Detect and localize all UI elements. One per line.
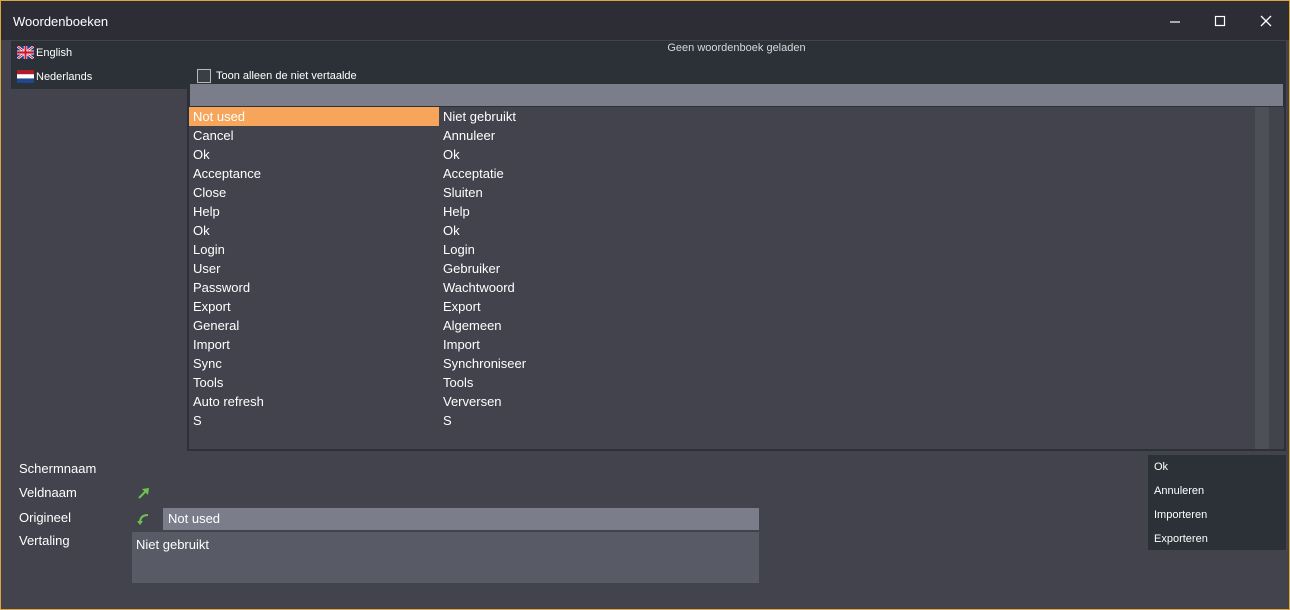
dictionary-window: Woordenboeken English Nederlands Geen wo… <box>0 0 1290 610</box>
table-row[interactable]: Help Help <box>189 202 1255 221</box>
language-item-english[interactable]: English <box>17 43 185 63</box>
translation-grid: Not used Niet gebruikt Cancel Annuleer Ok Ok A… <box>189 107 1284 449</box>
undo-arrow-icon[interactable] <box>136 512 150 526</box>
translation-cell: Verversen <box>443 394 502 409</box>
translation-cell: Ok <box>443 223 460 238</box>
close-button[interactable] <box>1254 9 1278 33</box>
translation-cell: S <box>443 413 452 428</box>
table-row[interactable]: Tools Tools <box>189 373 1255 392</box>
field-name-label: Veldnaam <box>19 485 77 500</box>
table-row[interactable]: Password Wachtwoord <box>189 278 1255 297</box>
original-cell: Export <box>193 299 231 314</box>
panel-header: Geen woordenboek geladen <box>667 42 806 54</box>
original-cell: Ok <box>193 223 210 238</box>
ok-button[interactable]: Ok <box>1154 461 1168 473</box>
table-row[interactable]: Cancel Annuleer <box>189 126 1255 145</box>
original-cell: User <box>193 261 221 276</box>
original-cell: Sync <box>193 356 222 371</box>
translation-cell: Wachtwoord <box>443 280 515 295</box>
translation-label: Vertaling <box>19 533 70 548</box>
original-cell: Auto refresh <box>193 394 264 409</box>
language-label: English <box>36 47 73 59</box>
translation-cell: Tools <box>443 375 474 390</box>
close-icon <box>1260 15 1272 27</box>
original-cell: Login <box>193 242 225 257</box>
minimize-button[interactable] <box>1163 9 1187 33</box>
import-button[interactable]: Importeren <box>1154 509 1207 521</box>
original-field: Not used <box>163 508 759 530</box>
action-menu: Ok Annuleren Importeren Exporteren <box>1148 455 1286 550</box>
original-cell: Import <box>193 337 230 352</box>
language-label: Nederlands <box>36 71 93 83</box>
translation-cell: Ok <box>443 147 460 162</box>
translation-field[interactable]: Niet gebruikt <box>132 532 759 583</box>
arrow-up-right-icon[interactable] <box>137 486 151 500</box>
title-bar[interactable]: Woordenboeken <box>1 1 1289 40</box>
filter-input[interactable] <box>190 84 1283 106</box>
table-row[interactable]: General Algemeen <box>189 316 1255 335</box>
translation-cell: Niet gebruikt <box>443 109 516 124</box>
translation-cell: Sluiten <box>443 185 483 200</box>
original-cell: Acceptance <box>193 166 261 181</box>
table-row[interactable]: Close Sluiten <box>189 183 1255 202</box>
language-list: English Nederlands <box>11 41 187 89</box>
table-row[interactable]: Sync Synchroniseer <box>189 354 1255 373</box>
translation-cell: Export <box>443 299 481 314</box>
cancel-button[interactable]: Annuleren <box>1154 485 1204 497</box>
original-cell: Not used <box>189 107 439 126</box>
table-row[interactable]: Ok Ok <box>189 145 1255 164</box>
table-row[interactable]: User Gebruiker <box>189 259 1255 278</box>
netherlands-flag-icon <box>17 70 34 83</box>
original-cell: General <box>193 318 240 333</box>
table-row[interactable]: Export Export <box>189 297 1255 316</box>
translation-cell: Import <box>443 337 480 352</box>
original-cell: Close <box>193 185 227 200</box>
translation-cell: Synchroniseer <box>443 356 527 371</box>
translation-cell: Login <box>443 242 475 257</box>
language-item-nederlands[interactable]: Nederlands <box>17 67 185 87</box>
table-row[interactable]: Auto refresh Verversen <box>189 392 1255 411</box>
table-row[interactable]: Acceptance Acceptatie <box>189 164 1255 183</box>
table-row[interactable]: SS <box>189 411 1255 430</box>
translation-cell: Gebruiker <box>443 261 501 276</box>
uk-flag-icon <box>17 46 34 59</box>
export-button[interactable]: Exporteren <box>1154 533 1208 545</box>
table-row[interactable]: Login Login <box>189 240 1255 259</box>
original-label: Origineel <box>19 510 72 525</box>
original-cell: Cancel <box>193 128 234 143</box>
translation-cell: Acceptatie <box>443 166 504 181</box>
original-cell: Help <box>193 204 220 219</box>
checkbox-label: Toon alleen de niet vertaalde <box>216 70 357 82</box>
translation-cell: Algemeen <box>443 318 502 333</box>
dictionary-panel: Geen woordenboek geladen Toon alleen de … <box>187 41 1286 451</box>
table-row[interactable]: Not used Niet gebruikt <box>189 107 1255 126</box>
minimize-icon <box>1170 21 1180 23</box>
translation-cell: Help <box>443 204 470 219</box>
original-cell: Password <box>193 280 251 295</box>
maximize-button[interactable] <box>1208 9 1232 33</box>
checkbox-box[interactable] <box>197 69 211 83</box>
grid-scrollbar[interactable] <box>1255 107 1269 449</box>
maximize-icon <box>1214 15 1226 27</box>
original-cell: Tools <box>193 375 224 390</box>
translation-cell: Annuleer <box>443 128 496 143</box>
table-row[interactable]: Ok Ok <box>189 221 1255 240</box>
window-title: Woordenboeken <box>13 14 109 29</box>
original-cell: Ok <box>193 147 210 162</box>
table-row[interactable]: Import Import <box>189 335 1255 354</box>
screen-name-label: Schermnaam <box>19 461 97 476</box>
original-cell: S <box>193 413 202 428</box>
